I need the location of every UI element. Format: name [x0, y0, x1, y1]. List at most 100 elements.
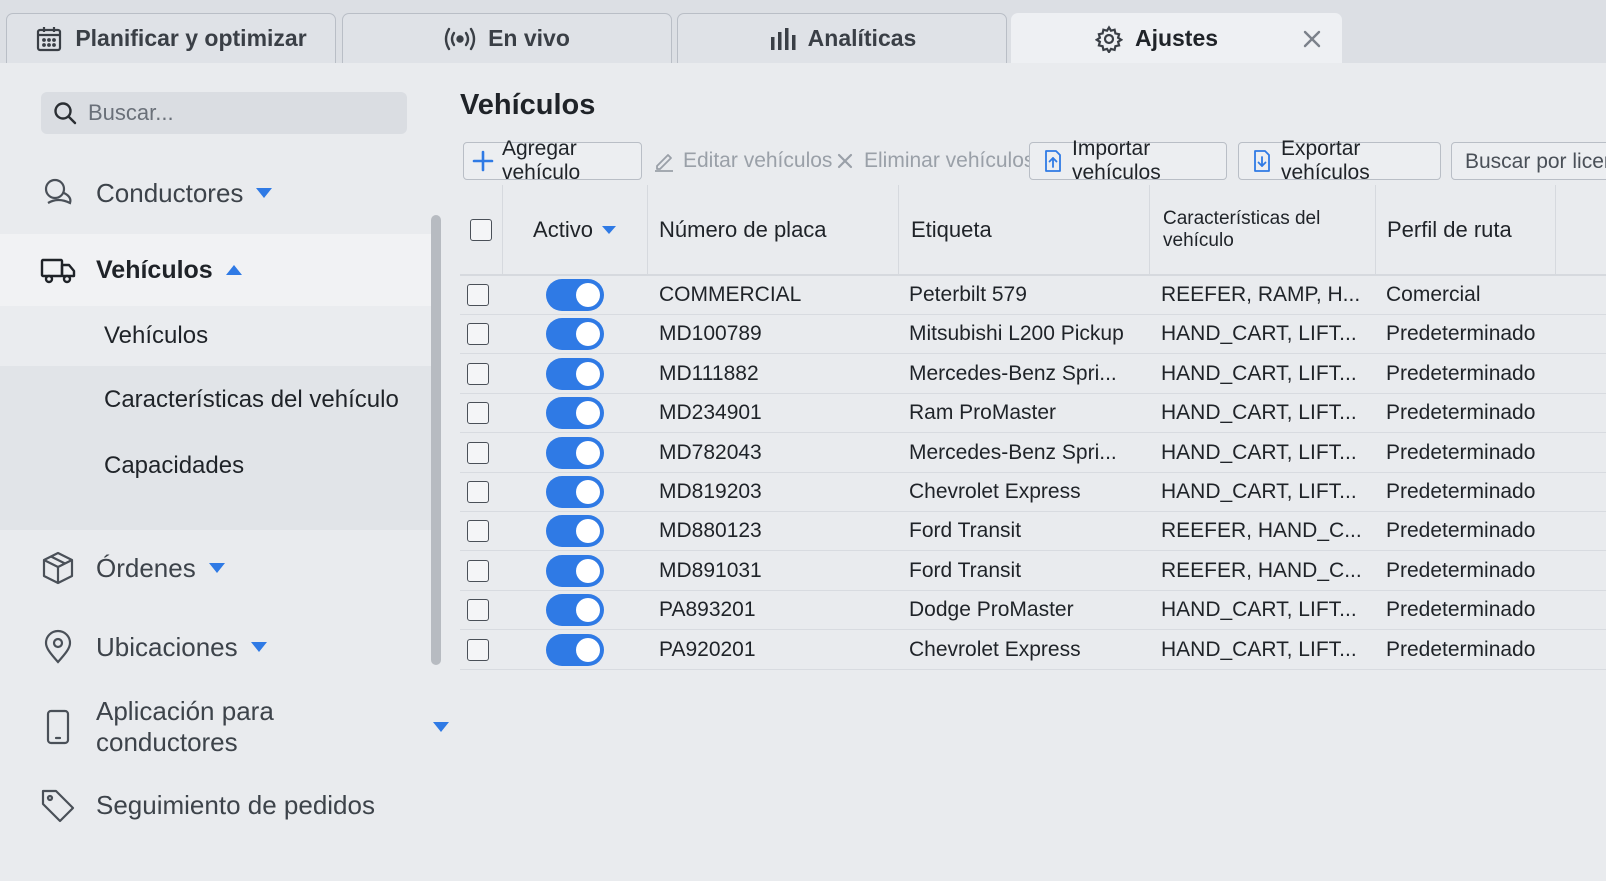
add-vehicle-button[interactable]: Agregar vehículo — [463, 137, 642, 184]
tab-en-vivo[interactable]: En vivo — [342, 13, 672, 63]
active-cell — [546, 393, 604, 432]
column-header-placa[interactable]: Número de placa — [648, 185, 899, 274]
row-checkbox-cell — [467, 590, 489, 629]
tab-planificar[interactable]: Planificar y optimizar — [6, 13, 336, 63]
row-checkbox-cell — [467, 630, 489, 669]
table-row[interactable]: MD111882 Mercedes-Benz Spri... HAND_CART, … — [460, 354, 1606, 394]
row-checkbox[interactable] — [467, 480, 489, 503]
active-toggle[interactable] — [546, 317, 604, 350]
active-toggle[interactable] — [546, 357, 604, 390]
export-vehicles-button[interactable]: Exportar vehículos — [1238, 137, 1441, 184]
sidebar-item-vehiculos[interactable]: Vehículos — [0, 234, 440, 306]
features-cell: REEFER, HAND_C... — [1161, 558, 1362, 582]
phone-icon — [40, 709, 76, 745]
plate-cell: MD819203 — [659, 479, 762, 503]
column-label: Etiqueta — [911, 216, 992, 242]
active-toggle[interactable] — [546, 514, 604, 547]
table-row[interactable]: MD234901 Ram ProMaster HAND_CART, LIFT... P… — [460, 393, 1606, 433]
row-checkbox[interactable] — [467, 519, 489, 542]
tab-bar: Planificar y optimizar En vivo Analítica… — [0, 0, 1606, 63]
features-cell: HAND_CART, LIFT... — [1161, 361, 1357, 385]
column-header-activo[interactable]: Activo — [503, 185, 648, 274]
row-checkbox[interactable] — [467, 322, 489, 345]
features-cell: HAND_CART, LIFT... — [1161, 637, 1357, 661]
chevron-up-icon — [225, 264, 243, 276]
tag-cell: Mercedes-Benz Spri... — [909, 440, 1117, 464]
sort-caret-icon — [601, 225, 617, 235]
table-row[interactable]: COMMERCIAL Peterbilt 579 REEFER, RAMP, H..… — [460, 275, 1606, 315]
active-toggle[interactable] — [546, 633, 604, 666]
active-toggle[interactable] — [546, 396, 604, 429]
features-cell: HAND_CART, LIFT... — [1161, 321, 1357, 345]
button-label: Importar vehículos — [1072, 137, 1161, 184]
table-row[interactable]: MD891031 Ford Transit REEFER, HAND_C... Pre… — [460, 551, 1606, 591]
table-row[interactable]: PA920201 Chevrolet Express HAND_CART, LIFT… — [460, 630, 1606, 670]
sidebar-item-ordenes[interactable]: Órdenes — [0, 544, 226, 592]
sidebar-item-seguimiento[interactable]: Seguimiento de pedidos — [0, 781, 375, 829]
column-header-perfil[interactable]: Perfil de ruta — [1376, 185, 1556, 274]
sidebar-subitem-vehiculos[interactable]: Vehículos — [0, 306, 440, 366]
table-row[interactable]: MD782043 Mercedes-Benz Spri... HAND_CART, … — [460, 433, 1606, 473]
sidebar-subitem-label: Capacidades — [104, 452, 245, 479]
features-cell: REEFER, RAMP, H... — [1161, 282, 1361, 306]
column-label: Activo — [533, 216, 593, 242]
row-checkbox[interactable] — [467, 362, 489, 385]
active-toggle[interactable] — [546, 554, 604, 587]
table-row[interactable]: MD100789 Mitsubishi L200 Pickup HAND_CART,… — [460, 314, 1606, 354]
features-cell: REEFER, HAND_C... — [1161, 518, 1362, 542]
sidebar-subitem-caracteristicas[interactable]: Características del vehículo — [0, 370, 440, 430]
row-checkbox-cell — [467, 551, 489, 590]
active-toggle[interactable] — [546, 475, 604, 508]
chevron-down-icon — [250, 641, 268, 653]
delete-vehicles-button[interactable]: Eliminar vehículos — [834, 142, 1034, 180]
import-vehicles-button[interactable]: Importar vehículos — [1029, 137, 1227, 184]
sidebar-scrollbar[interactable] — [431, 215, 441, 665]
column-label: Perfil de ruta — [1387, 216, 1512, 242]
box-icon — [40, 550, 76, 586]
row-checkbox[interactable] — [467, 441, 489, 464]
sidebar-subitem-label: Características del vehículo — [104, 386, 399, 413]
sidebar-item-conductores[interactable]: Conductores — [0, 169, 273, 217]
row-checkbox[interactable] — [467, 283, 489, 306]
plus-icon — [472, 150, 494, 172]
sidebar-item-ubicaciones[interactable]: Ubicaciones — [0, 623, 268, 671]
tag-icon — [40, 787, 76, 823]
column-header-etiqueta[interactable]: Etiqueta — [899, 185, 1150, 274]
table-row[interactable]: MD880123 Ford Transit REEFER, HAND_C... Pre… — [460, 511, 1606, 551]
sidebar-subitem-capacidades[interactable]: Capacidades — [0, 436, 440, 496]
chevron-down-icon — [255, 187, 273, 199]
row-checkbox[interactable] — [467, 638, 489, 661]
row-checkbox[interactable] — [467, 559, 489, 582]
close-icon[interactable] — [1301, 28, 1323, 50]
select-all-checkbox[interactable] — [470, 218, 492, 241]
table-header: Activo Número de placa Etiqueta Caracter… — [460, 185, 1606, 276]
search-input[interactable] — [86, 99, 390, 127]
features-cell: HAND_CART, LIFT... — [1161, 400, 1357, 424]
column-header-caracteristicas[interactable]: Características del vehículo — [1150, 185, 1376, 274]
row-checkbox[interactable] — [467, 401, 489, 424]
plate-cell: MD891031 — [659, 558, 762, 582]
sidebar-item-aplicacion[interactable]: Aplicación para conductores — [0, 696, 450, 757]
license-search-input[interactable] — [1463, 149, 1606, 175]
active-toggle[interactable] — [546, 436, 604, 469]
button-label: Exportar vehículos — [1281, 137, 1370, 184]
location-pin-icon — [40, 629, 76, 665]
sidebar-item-label: Aplicación para conductores — [96, 696, 274, 757]
plate-cell: MD100789 — [659, 321, 762, 345]
table-row[interactable]: MD819203 Chevrolet Express HAND_CART, LIFT… — [460, 472, 1606, 512]
sidebar-subitem-label: Vehículos — [104, 322, 209, 349]
tab-label: Ajustes — [1134, 25, 1219, 51]
button-label: Agregar vehículo — [502, 137, 581, 184]
active-cell — [546, 630, 604, 669]
edit-vehicles-button[interactable]: Editar vehículos — [653, 142, 832, 180]
row-checkbox[interactable] — [467, 598, 489, 621]
active-toggle[interactable] — [546, 593, 604, 626]
active-toggle[interactable] — [546, 278, 604, 311]
tab-ajustes[interactable]: Ajustes — [1011, 13, 1342, 63]
tag-cell: Ram ProMaster — [909, 400, 1057, 424]
active-cell — [546, 472, 604, 511]
active-cell — [546, 511, 604, 550]
table-row[interactable]: PA893201 Dodge ProMaster HAND_CART, LIFT..… — [460, 590, 1606, 630]
profile-cell: Predeterminado — [1386, 440, 1536, 464]
tab-analiticas[interactable]: Analíticas — [677, 13, 1007, 63]
